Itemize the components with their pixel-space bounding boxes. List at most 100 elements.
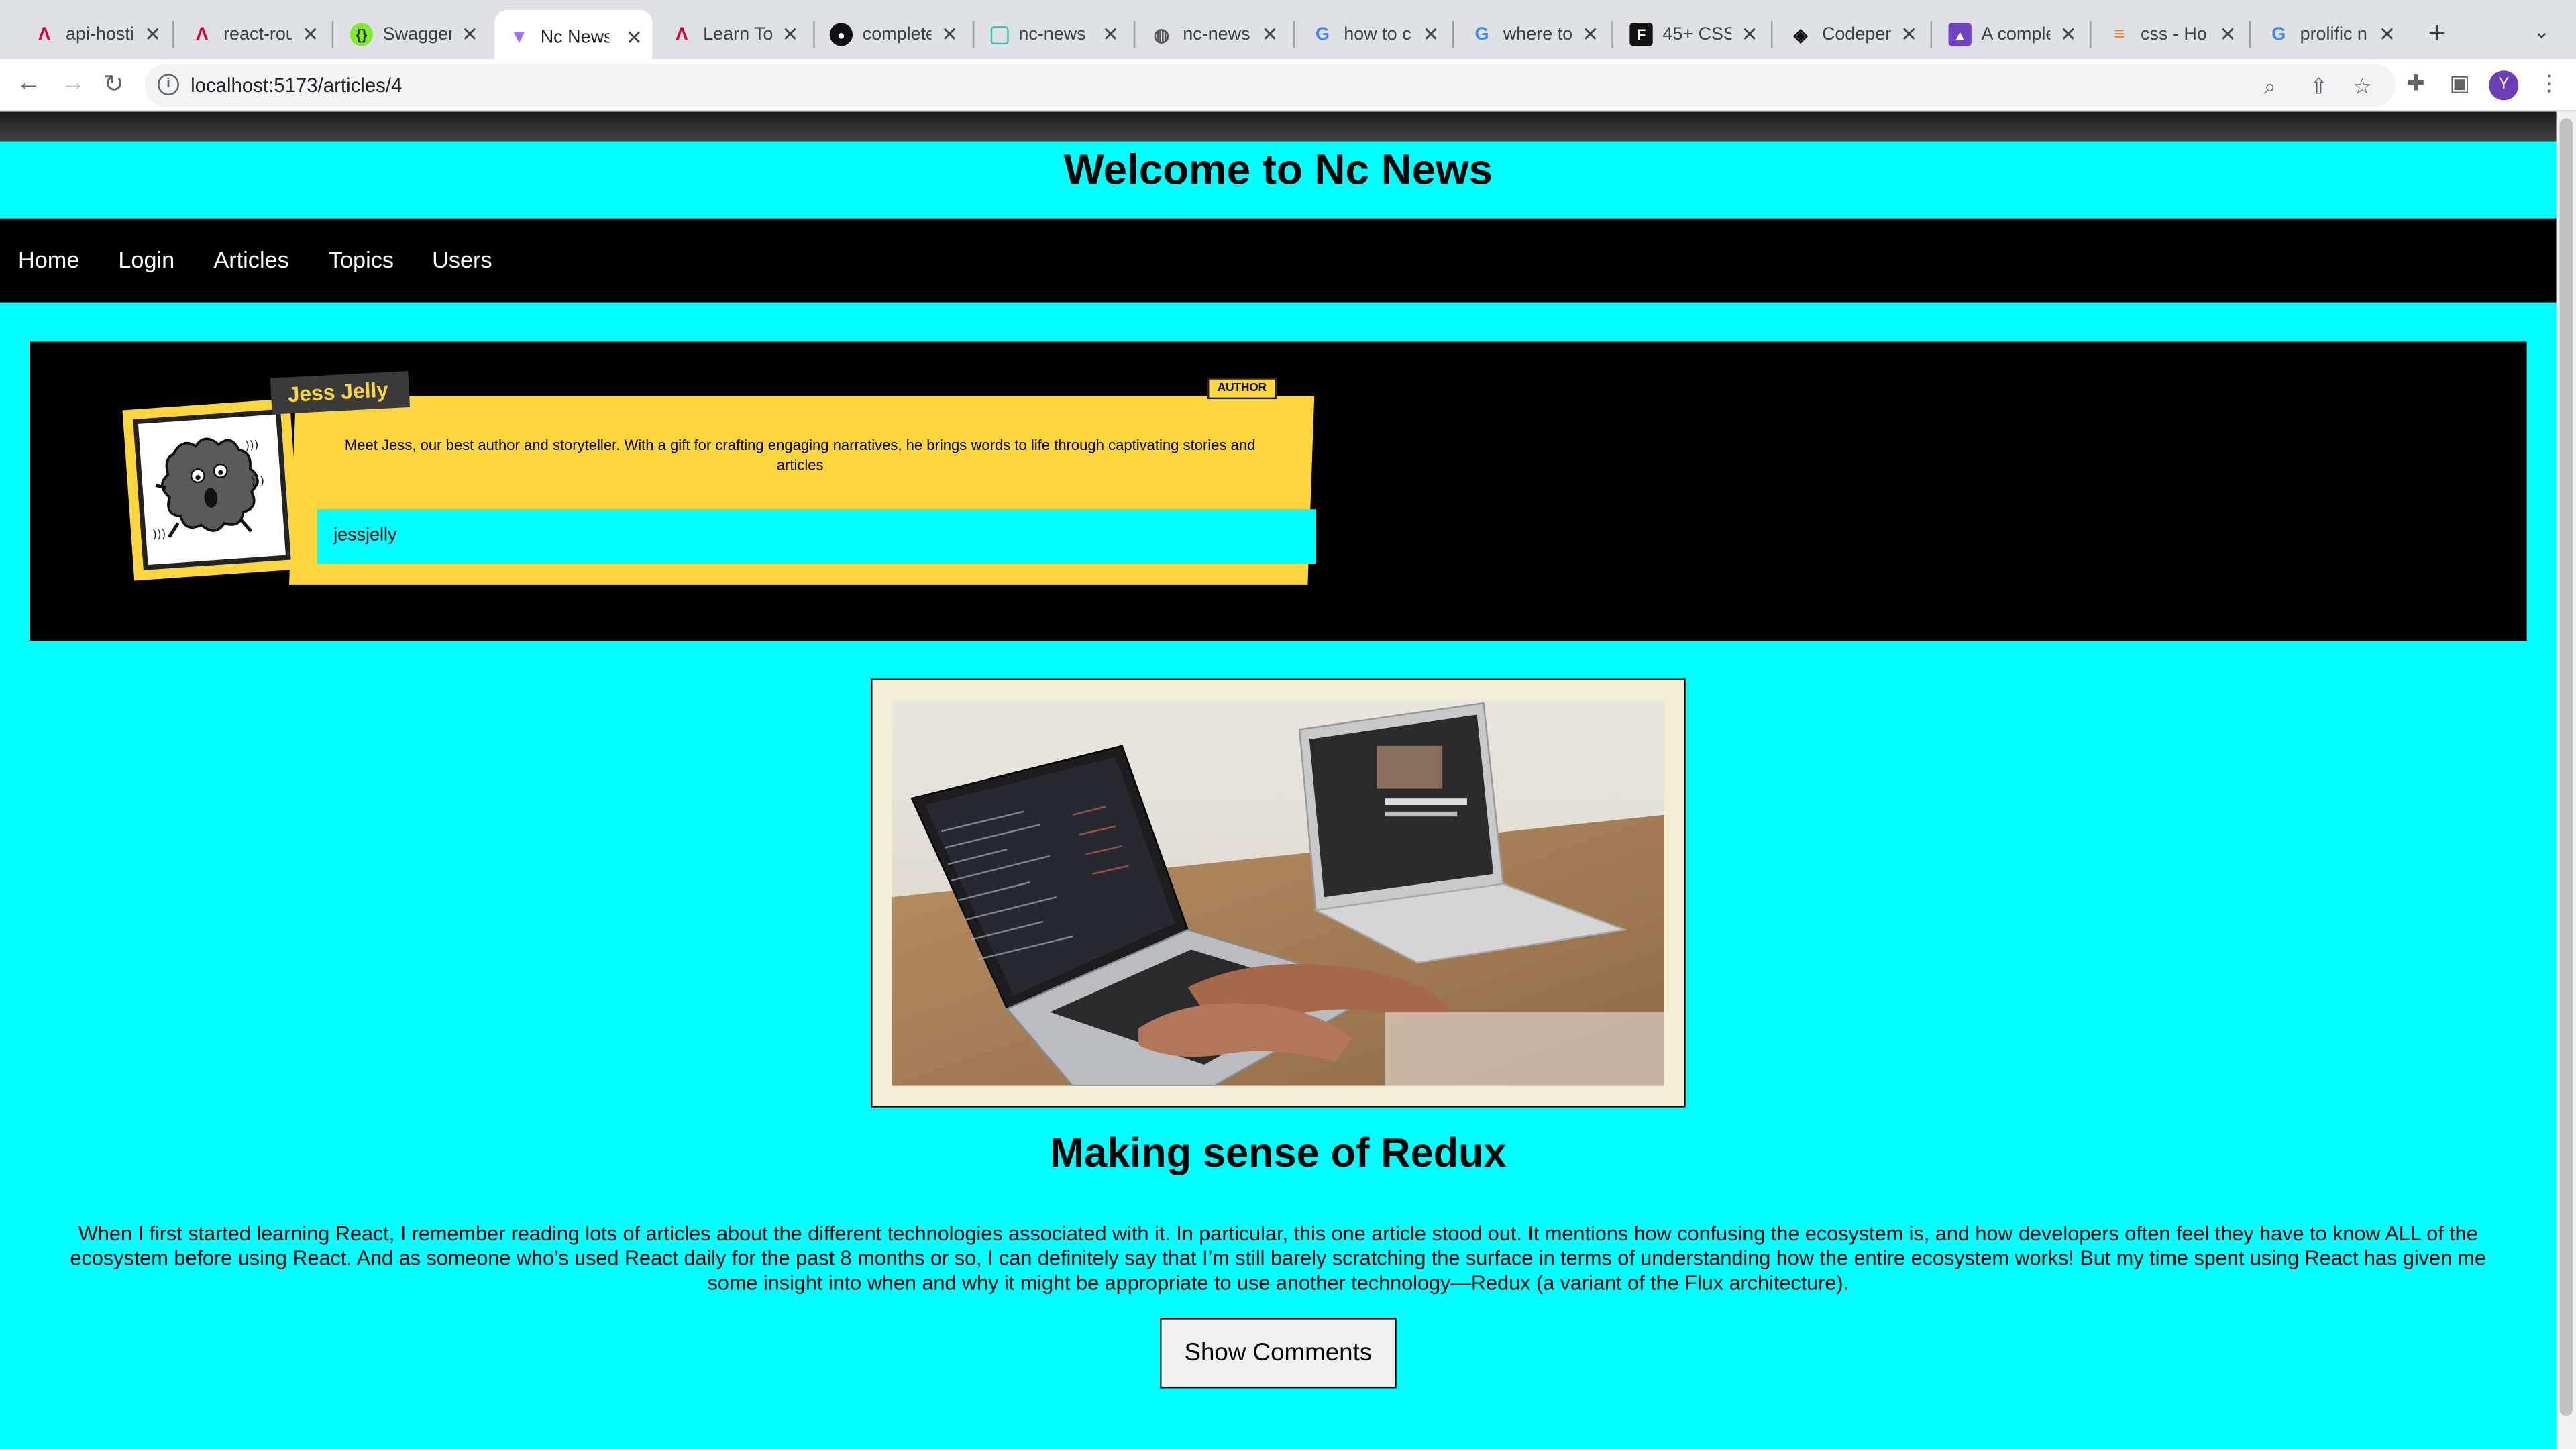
browser-tab[interactable]: Λ api-hosti ✕ [19, 13, 170, 56]
tab-title: Nc News [540, 28, 610, 48]
browser-toolbar: ← → ↻ i localhost:5173/articles/4 ⌕ ⇧ ☆ … [0, 59, 2576, 112]
browser-tab[interactable]: G prolific n ✕ [2254, 13, 2405, 56]
browser-tab[interactable]: {} Swagger ✕ [337, 13, 488, 56]
page-title: Welcome to Nc News [1063, 144, 1493, 194]
tab-title: Codepen [1821, 24, 1891, 45]
google-icon: G [1315, 24, 1330, 45]
tab-title: nc-news [1183, 24, 1250, 45]
new-tab-plus-icon[interactable]: + [2428, 16, 2446, 50]
nav-link-home[interactable]: Home [18, 246, 79, 272]
angular-red-icon: Λ [196, 24, 209, 45]
stackoverflow-icon: ≡ [2114, 24, 2125, 45]
author-avatar-frame: ))) ))) ))) [122, 398, 302, 581]
browser-tab[interactable]: Λ react-rou ✕ [177, 13, 328, 56]
close-icon[interactable]: ✕ [941, 23, 958, 46]
extensions-puzzle-icon[interactable]: ✚ [2407, 70, 2425, 97]
back-arrow-icon[interactable]: ← [16, 69, 41, 97]
forward-arrow-icon[interactable]: → [61, 69, 86, 97]
browser-tab-strip: Λ api-hosti ✕ Λ react-rou ✕ {} Swagger ✕… [0, 0, 2576, 66]
info-icon[interactable]: i [158, 74, 179, 96]
url-text[interactable]: localhost:5173/articles/4 [191, 74, 402, 97]
close-icon[interactable]: ✕ [1900, 23, 1917, 46]
netlify-icon [990, 25, 1009, 44]
scrollbar-thumb[interactable] [2559, 118, 2573, 1417]
close-icon[interactable]: ✕ [1423, 23, 1440, 46]
side-panel-icon[interactable]: ▣ [2449, 70, 2469, 97]
browser-tab[interactable]: ▲ A comple ✕ [1935, 13, 2086, 56]
close-icon[interactable]: ✕ [782, 23, 799, 46]
article-image-laptops [892, 700, 1664, 1086]
tab-title: react-rou [223, 24, 292, 45]
article-image-frame [870, 678, 1686, 1108]
close-icon[interactable]: ✕ [626, 26, 643, 49]
tab-title: A comple [1981, 24, 2051, 45]
author-name: Jess Jelly [270, 371, 411, 415]
page-viewport: Welcome to Nc News Home Login Articles T… [0, 111, 2576, 1449]
angular-red-icon: Λ [676, 24, 688, 45]
nav-link-users[interactable]: Users [432, 246, 492, 272]
close-icon[interactable]: ✕ [2219, 23, 2236, 46]
browser-tab[interactable]: ≡ css - Ho ✕ [2094, 13, 2245, 56]
close-icon[interactable]: ✕ [1262, 23, 1279, 46]
svg-text:))): ))) [245, 438, 259, 452]
share-icon[interactable]: ⇧ [2310, 74, 2328, 100]
close-icon[interactable]: ✕ [1741, 23, 1758, 46]
tab-title: where to [1503, 24, 1572, 45]
globe-icon: ◍ [1153, 25, 1170, 46]
close-icon[interactable]: ✕ [302, 23, 319, 46]
svg-text:))): ))) [250, 474, 264, 488]
show-comments-button[interactable]: Show Comments [1159, 1318, 1397, 1389]
site-header: Welcome to Nc News [0, 141, 2557, 219]
freefrontend-icon: F [1629, 23, 1653, 46]
google-icon: G [1474, 24, 1489, 45]
nav-link-articles[interactable]: Articles [213, 246, 288, 272]
vite-icon: ▼ [510, 28, 529, 48]
browser-tab[interactable]: ● complete ✕ [816, 13, 967, 56]
avatar[interactable]: Y [2489, 70, 2519, 101]
browser-tab[interactable]: Λ Learn To ✕ [657, 13, 808, 56]
author-badge: AUTHOR [1208, 378, 1277, 400]
star-icon[interactable]: ☆ [2353, 74, 2372, 100]
tab-title: how to c [1344, 24, 1411, 45]
nav-link-login[interactable]: Login [118, 246, 174, 272]
author-username: jessjelly [317, 509, 1316, 564]
jelly-monster-icon: ))) ))) ))) [152, 437, 265, 541]
tab-title: 45+ CSS [1662, 24, 1732, 45]
codepen-icon: ◈ [1793, 25, 1808, 46]
close-icon[interactable]: ✕ [1582, 23, 1599, 46]
browser-tab[interactable]: F 45+ CSS ✕ [1617, 13, 1768, 56]
reload-icon[interactable]: ↻ [103, 69, 124, 99]
browser-tab[interactable]: G where to ✕ [1457, 13, 1608, 56]
browser-tab[interactable]: nc-news ✕ [977, 13, 1128, 56]
nav-link-topics[interactable]: Topics [329, 246, 394, 272]
google-icon: G [2271, 24, 2286, 45]
author-avatar: ))) ))) ))) [133, 409, 291, 570]
zoom-icon[interactable]: ⌕ [2264, 74, 2276, 100]
tab-title: Learn To [703, 24, 773, 45]
github-icon: ● [829, 23, 853, 46]
close-icon[interactable]: ✕ [462, 23, 478, 46]
tab-title: nc-news [1018, 24, 1086, 45]
kebab-menu-icon[interactable]: ⋮ [2538, 70, 2560, 97]
svg-text:))): ))) [152, 527, 166, 541]
close-icon[interactable]: ✕ [2060, 23, 2077, 46]
site-nav: Home Login Articles Topics Users [0, 218, 2557, 303]
tab-title: Swagger [382, 24, 452, 45]
close-icon[interactable]: ✕ [1102, 23, 1119, 46]
close-icon[interactable]: ✕ [144, 23, 161, 46]
tab-title: api-hosti [65, 24, 134, 45]
author-card-panel: ))) ))) ))) Jess Jelly AUTHOR Meet Jess,… [30, 341, 2527, 641]
browser-tab[interactable]: ◍ nc-news ✕ [1137, 13, 1288, 56]
purple-book-icon: ▲ [1948, 23, 1972, 46]
angular-red-icon: Λ [38, 24, 51, 45]
address-bar[interactable]: i localhost:5173/articles/4 ⌕ ⇧ ☆ [144, 64, 2396, 107]
article-title: Making sense of Redux [1050, 1130, 1507, 1177]
browser-tab[interactable]: G how to c ✕ [1298, 13, 1449, 56]
article-body: When I first started learning React, I r… [70, 1222, 2487, 1295]
close-icon[interactable]: ✕ [2379, 23, 2396, 46]
tab-title: prolific n [2300, 24, 2367, 45]
browser-tab-active[interactable]: ▼ Nc News ✕ [494, 9, 653, 66]
chevron-down-icon[interactable]: ⌄ [2533, 19, 2550, 42]
browser-tab[interactable]: ◈ Codepen ✕ [1776, 13, 1927, 56]
tab-title: complete [862, 24, 932, 45]
